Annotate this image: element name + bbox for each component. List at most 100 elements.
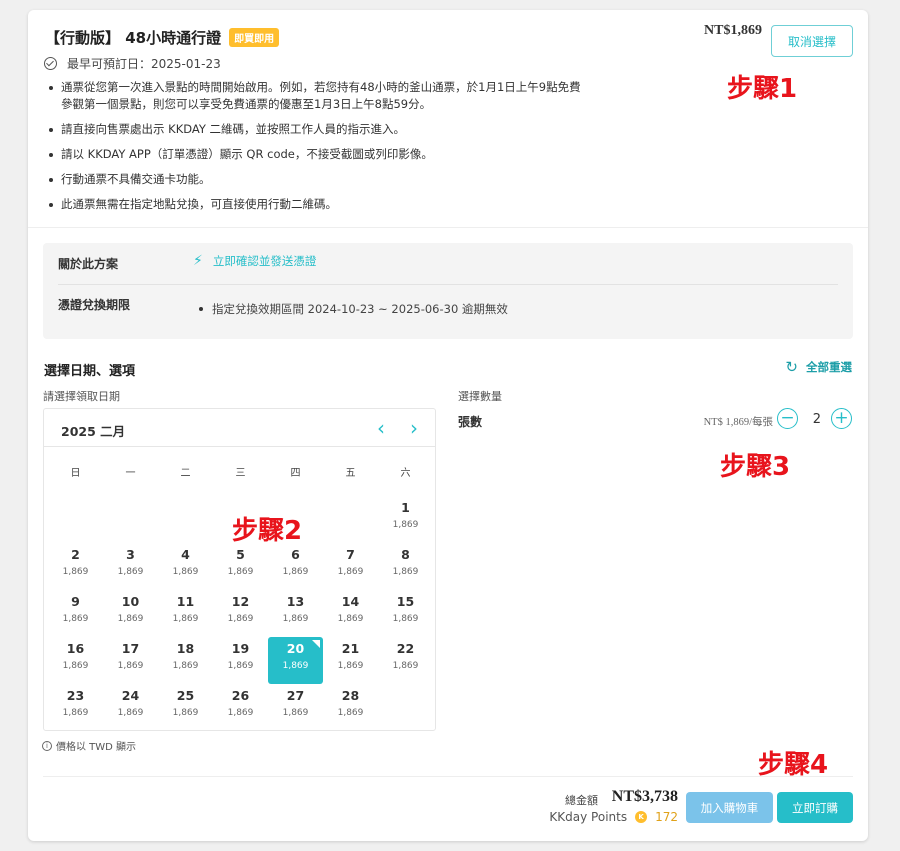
reset-all-button[interactable]: ↻ 全部重選: [785, 358, 852, 376]
calendar-day[interactable]: 12 1,869: [213, 590, 268, 637]
calendar-day[interactable]: 6 1,869: [268, 543, 323, 590]
calendar-day[interactable]: 10 1,869: [103, 590, 158, 637]
day-price: 1,869: [227, 708, 254, 718]
calendar-day[interactable]: 1 1,869: [378, 496, 433, 543]
day-number: 6: [291, 547, 300, 562]
calendar-day[interactable]: 27 1,869: [268, 684, 323, 731]
day-price: 1,869: [392, 614, 419, 624]
day-number: 23: [66, 688, 85, 703]
note-item: 請以 KKDAY APP（訂單憑證）顯示 QR code，不接受截圖或列印影像。: [48, 146, 588, 163]
day-price: 1,869: [392, 520, 419, 530]
calendar-day[interactable]: 13 1,869: [268, 590, 323, 637]
calendar-day[interactable]: 18 1,869: [158, 637, 213, 684]
product-notes: 通票從您第一次進入景點的時間開始啟用。例如，若您持有48小時的釜山通票，於1月1…: [48, 79, 588, 221]
plan-info-box: 關於此方案 ⚡ 立即確認並發送憑證 憑證兌換期限 指定兌換效期區間 2024-1…: [43, 243, 853, 339]
calendar-day[interactable]: 21 1,869: [323, 637, 378, 684]
weekday-label: 五: [345, 468, 356, 479]
calendar-day[interactable]: 28 1,869: [323, 684, 378, 731]
calendar-day[interactable]: 9 1,869: [48, 590, 103, 637]
calendar-day[interactable]: 4 1,869: [158, 543, 213, 590]
reset-all-label: 全部重選: [806, 360, 852, 374]
quantity-value: 2: [812, 412, 821, 427]
day-number: 26: [231, 688, 250, 703]
day-number: 25: [176, 688, 195, 703]
calendar-day[interactable]: 11 1,869: [158, 590, 213, 637]
weekday-label: 三: [235, 468, 246, 479]
coin-icon: K: [635, 811, 648, 823]
calendar-day[interactable]: 5 1,869: [213, 543, 268, 590]
unit-price: NT$ 1,869/每張: [703, 417, 773, 428]
calendar-day[interactable]: 2 1,869: [48, 543, 103, 590]
earliest-booking-date: 最早可預訂日：2025-01-23: [44, 55, 221, 72]
calendar-day-selected[interactable]: 20 1,869: [268, 637, 323, 684]
calendar-day[interactable]: 25 1,869: [158, 684, 213, 731]
calendar-day[interactable]: 16 1,869: [48, 637, 103, 684]
day-price: 1,869: [172, 614, 199, 624]
day-price: 1,869: [282, 614, 309, 624]
price-currency-note: i 價格以 TWD 顯示: [42, 738, 136, 753]
weekday-label: 日: [70, 468, 81, 479]
day-price: 1,869: [172, 661, 199, 671]
increase-quantity-button[interactable]: +: [831, 408, 852, 429]
total-label: 總金額: [565, 794, 598, 807]
calendar-day[interactable]: 3 1,869: [103, 543, 158, 590]
day-price: 1,869: [282, 567, 309, 577]
day-number: 14: [341, 594, 360, 609]
day-number: 24: [121, 688, 140, 703]
day-price: 1,869: [62, 661, 89, 671]
day-number: 15: [396, 594, 415, 609]
instant-use-badge: 即買即用: [229, 28, 280, 47]
day-number: 11: [176, 594, 195, 609]
order-now-button[interactable]: 立即訂購: [777, 792, 853, 823]
day-number: 8: [401, 547, 410, 562]
calendar-day[interactable]: 24 1,869: [103, 684, 158, 731]
calendar-day[interactable]: 8 1,869: [378, 543, 433, 590]
next-month-button[interactable]: ›: [401, 415, 427, 441]
day-number: 12: [231, 594, 250, 609]
calendar-day[interactable]: 7 1,869: [323, 543, 378, 590]
calendar-day[interactable]: 14 1,869: [323, 590, 378, 637]
check-circle-icon: [44, 57, 57, 70]
step-1-annotation: 步驟1: [727, 74, 798, 104]
pick-date-label: 請選擇領取日期: [43, 390, 120, 403]
calendar-day[interactable]: 17 1,869: [103, 637, 158, 684]
product-title: 【行動版】 48小時通行證 即買即用: [45, 27, 280, 48]
day-number: 13: [286, 594, 305, 609]
day-price: 1,869: [282, 661, 309, 671]
calendar-day[interactable]: 15 1,869: [378, 590, 433, 637]
day-number: 20: [286, 641, 305, 656]
decrease-quantity-button[interactable]: −: [777, 408, 798, 429]
calendar-day[interactable]: 23 1,869: [48, 684, 103, 731]
booking-card: 【行動版】 48小時通行證 即買即用 NT$1,869 取消選擇 最早可預訂日：…: [28, 10, 868, 841]
weekday-label: 一: [125, 468, 136, 479]
day-price: 1,869: [117, 567, 144, 577]
total-amount: NT$3,738: [611, 788, 678, 805]
add-to-cart-button[interactable]: 加入購物車: [686, 792, 773, 823]
day-number: 18: [176, 641, 195, 656]
day-price: 1,869: [227, 614, 254, 624]
points-value: 172: [655, 810, 678, 824]
calendar-day[interactable]: 22 1,869: [378, 637, 433, 684]
calendar-day[interactable]: 19 1,869: [213, 637, 268, 684]
weekday-label: 二: [180, 468, 191, 479]
prev-month-button[interactable]: ‹: [368, 415, 394, 441]
section-divider: [28, 227, 868, 228]
cancel-selection-button[interactable]: 取消選擇: [771, 25, 853, 57]
day-price: 1,869: [62, 614, 89, 624]
points-label: KKday Points: [549, 810, 628, 824]
day-price: 1,869: [337, 708, 364, 718]
weekday-label: 四: [290, 468, 301, 479]
product-title-text: 【行動版】 48小時通行證: [45, 29, 222, 47]
calendar-day[interactable]: 26 1,869: [213, 684, 268, 731]
day-number: 4: [181, 547, 190, 562]
day-number: 1: [401, 500, 410, 515]
day-price: 1,869: [62, 708, 89, 718]
earliest-booking-text: 最早可預訂日：2025-01-23: [67, 57, 221, 71]
day-number: 16: [66, 641, 85, 656]
select-quantity-label: 選擇數量: [458, 390, 502, 403]
day-number: 9: [71, 594, 80, 609]
redeem-period-text: 指定兌換效期區間 2024-10-23 ~ 2025-06-30 逾期無效: [199, 301, 508, 317]
day-price: 1,869: [392, 661, 419, 671]
note-item: 行動通票不具備交通卡功能。: [48, 171, 588, 188]
day-number: 21: [341, 641, 360, 656]
